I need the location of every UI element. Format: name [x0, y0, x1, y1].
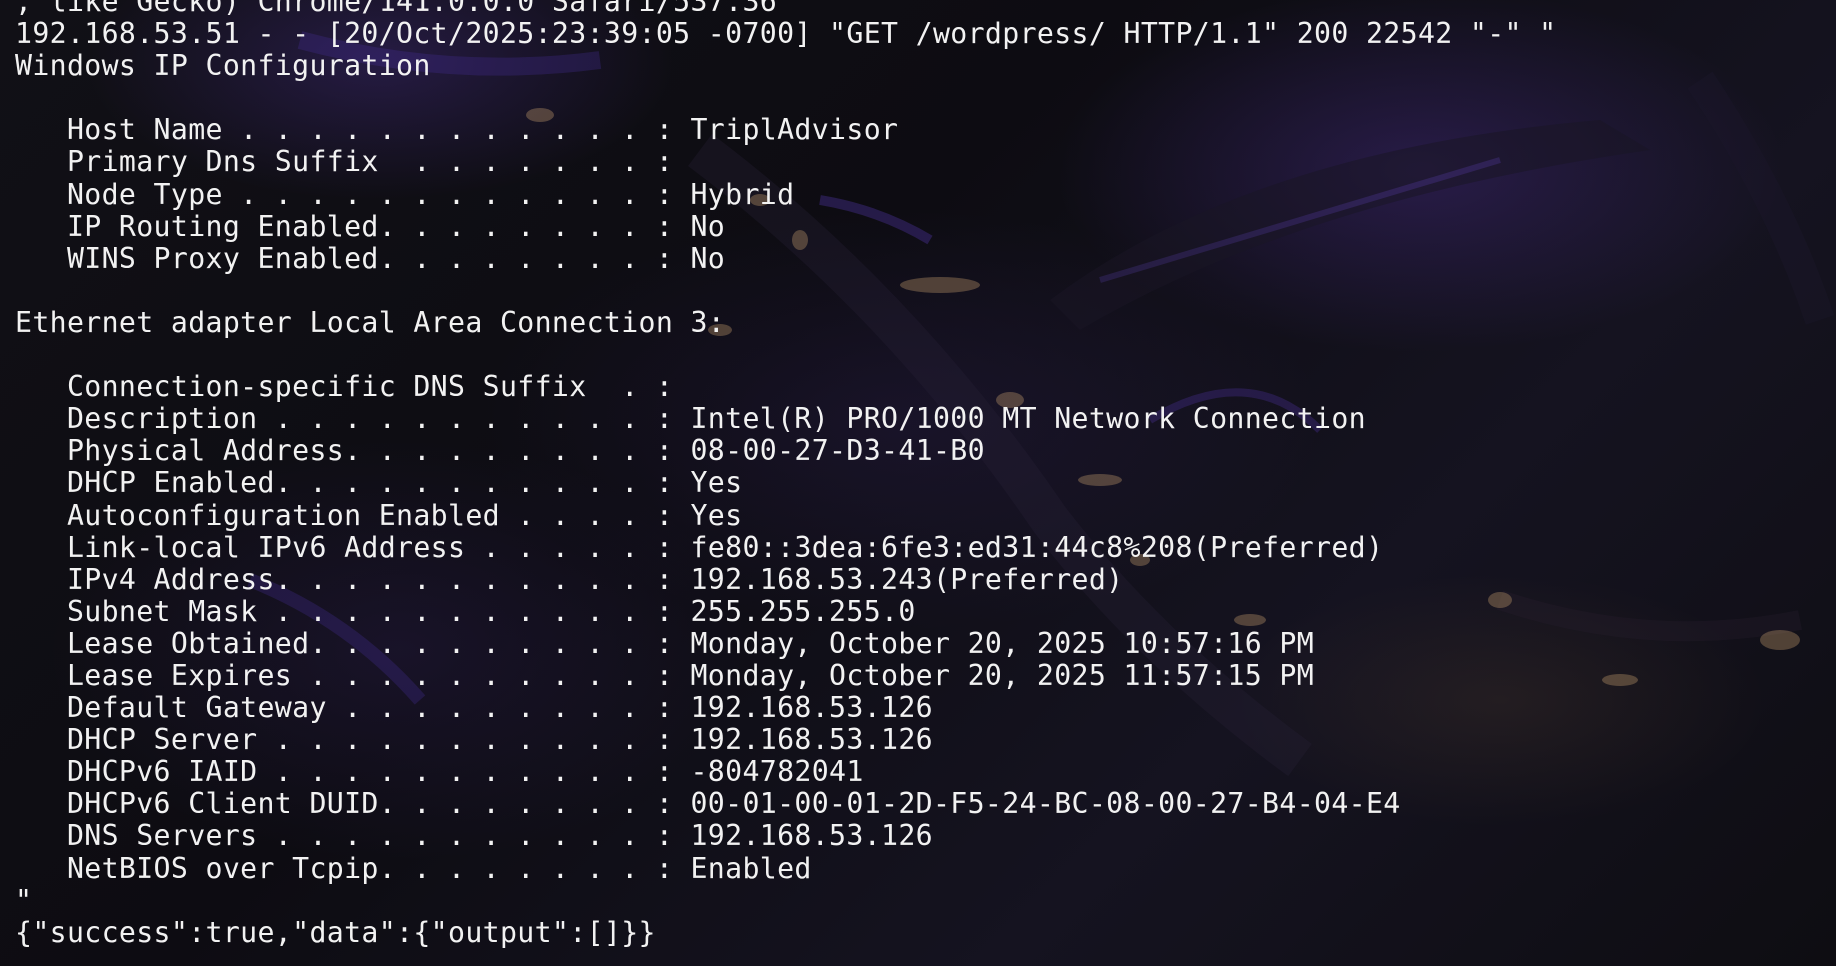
terminal-line: DHCPv6 IAID . . . . . . . . . . . : -804… — [15, 755, 864, 789]
terminal-line: Connection-specific DNS Suffix . : — [15, 370, 674, 404]
terminal-line: IPv4 Address. . . . . . . . . . . : 192.… — [15, 562, 1124, 596]
terminal-line: DHCP Server . . . . . . . . . . . : 192.… — [15, 723, 933, 757]
terminal-line: Primary Dns Suffix . . . . . . . : — [15, 145, 674, 179]
terminal-line: Lease Expires . . . . . . . . . . : Mond… — [15, 658, 1315, 692]
terminal-line: Node Type . . . . . . . . . . . . : Hybr… — [15, 177, 795, 211]
terminal-line: DHCPv6 Client DUID. . . . . . . . : 00-0… — [15, 787, 1401, 821]
terminal-line: " — [15, 883, 33, 917]
terminal-line: Subnet Mask . . . . . . . . . . . : 255.… — [15, 594, 916, 628]
terminal-line: NetBIOS over Tcpip. . . . . . . . : Enab… — [15, 851, 812, 885]
terminal-line: DHCP Enabled. . . . . . . . . . . : Yes — [15, 466, 743, 500]
terminal-window[interactable]: , like Gecko) Chrome/141.0.0.0 Safari/53… — [0, 0, 1836, 966]
terminal-line: Description . . . . . . . . . . . : Inte… — [15, 402, 1366, 436]
terminal-line: Lease Obtained. . . . . . . . . . : Mond… — [15, 626, 1315, 660]
terminal-line: Default Gateway . . . . . . . . . : 192.… — [15, 691, 933, 725]
terminal-line: IP Routing Enabled. . . . . . . . : No — [15, 209, 726, 243]
terminal-line: , like Gecko) Chrome/141.0.0.0 Safari/53… — [15, 0, 795, 18]
terminal-line: 192.168.53.51 - - [20/Oct/2025:23:39:05 … — [15, 17, 1557, 51]
terminal-line: Ethernet adapter Local Area Connection 3… — [15, 305, 726, 339]
terminal-line: Physical Address. . . . . . . . . : 08-0… — [15, 434, 985, 468]
terminal-line: DNS Servers . . . . . . . . . . . : 192.… — [15, 819, 933, 853]
terminal-line: Host Name . . . . . . . . . . . . : Trip… — [15, 113, 899, 147]
terminal-line: Autoconfiguration Enabled . . . . : Yes — [15, 498, 743, 532]
terminal-line: Link-local IPv6 Address . . . . . : fe80… — [15, 530, 1384, 564]
terminal-line: Windows IP Configuration — [15, 49, 431, 83]
terminal-line: WINS Proxy Enabled. . . . . . . . : No — [15, 241, 726, 275]
terminal-output: , like Gecko) Chrome/141.0.0.0 Safari/53… — [15, 0, 1557, 949]
terminal-line: {"success":true,"data":{"output":[]}} — [15, 915, 656, 949]
